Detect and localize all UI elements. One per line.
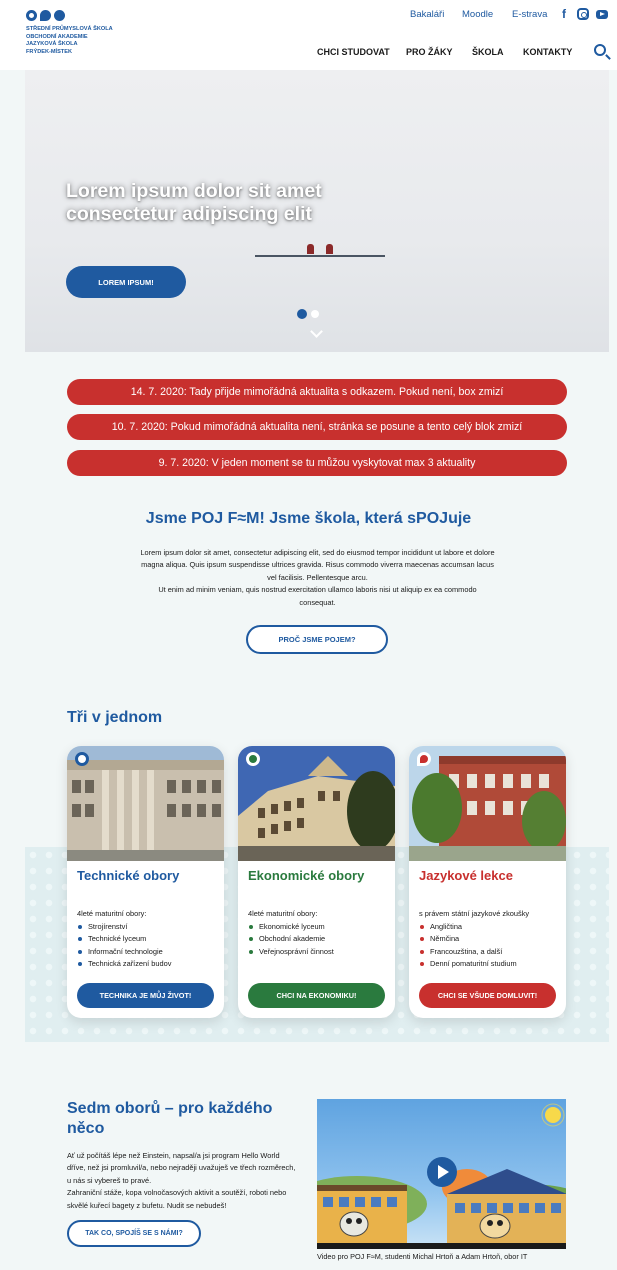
alert-banner[interactable]: 14. 7. 2020: Tady přijde mimořádná aktua… [67,379,567,405]
logo-line: STŘEDNÍ PRŮMYSLOVÁ ŠKOLA [26,26,113,32]
school-logo-text[interactable]: STŘEDNÍ PRŮMYSLOVÁ ŠKOLA OBCHODNÍ AKADEM… [26,26,126,56]
instagram-icon[interactable] [577,8,589,20]
list-item: Strojírenství [77,921,171,933]
top-link-estrava[interactable]: E-strava [512,9,547,20]
intro-paragraph: Lorem ipsum dolor sit amet, consectetur … [140,548,495,582]
hero-button[interactable]: LOREM IPSUM! [66,266,186,298]
video-player[interactable] [317,1099,566,1249]
card-languages: Jazykové lekce s právem státní jazykové … [409,746,566,1018]
nav-kontakty[interactable]: KONTAKTY [523,47,572,57]
nav-chci-studovat[interactable]: CHCI STUDOVAT [317,47,390,57]
scroll-down-chevron-icon[interactable] [310,325,323,338]
hero-rower-image [326,244,333,254]
card-title: Jazykové lekce [419,868,513,883]
technical-school-photo [67,746,224,861]
intro-text: Lorem ipsum dolor sit amet, consectetur … [140,547,495,609]
list-item: Denní pomaturitní studium [419,958,517,970]
economic-button[interactable]: CHCI NA EKONOMIKU! [248,983,385,1008]
alert-banner[interactable]: 10. 7. 2020: Pokud mimořádná aktualita n… [67,414,567,440]
hero-rower-image [307,244,314,254]
card-list: Ekonomické lyceum Obchodní akademie Veře… [248,921,334,958]
card-economic: Ekonomické obory 4leté maturitní obory: … [238,746,395,1018]
list-item: Technická zařízení budov [77,958,171,970]
list-item: Technické lyceum [77,933,171,945]
economic-school-photo [238,746,395,861]
card-subtitle: s právem státní jazykové zkoušky [419,909,530,918]
list-item: Ekonomické lyceum [248,921,334,933]
search-icon[interactable] [594,44,606,56]
economic-badge-icon [246,752,260,766]
intro-paragraph: Ut enim ad minim veniam, quis nostrud ex… [158,585,477,607]
technical-button[interactable]: TECHNIKA JE MŮJ ŽIVOT! [77,983,214,1008]
list-item: Veřejnosprávní činnost [248,946,334,958]
three-in-one-title: Tři v jednom [67,709,163,726]
languages-button[interactable]: CHCI SE VŠUDE DOMLUVIT! [419,983,556,1008]
intro-title: Jsme POJ F≈M! Jsme škola, která sPOJuje [145,510,472,527]
slider-dot-active[interactable] [297,309,307,319]
hero-title: Lorem ipsum dolor sit amet consectetur a… [66,180,322,225]
list-item: Němčina [419,933,517,945]
card-technical: Technické obory 4leté maturitní obory: S… [67,746,224,1018]
list-item: Angličtina [419,921,517,933]
hero-boat-image [255,255,385,257]
facebook-icon[interactable]: f [558,8,570,20]
card-list: Angličtina Němčina Francouzština, a dalš… [419,921,517,971]
list-item: Francouzština, a další [419,946,517,958]
site-header: STŘEDNÍ PRŮMYSLOVÁ ŠKOLA OBCHODNÍ AKADEM… [0,0,617,70]
video-caption: Video pro POJ F≈M, studenti Michal Hrtoň… [317,1252,528,1261]
languages-badge-icon [417,752,431,766]
card-subtitle: 4leté maturitní obory: [248,909,318,918]
seven-fields-text: Ať už počítáš lépe než Einstein, napsal/… [67,1150,299,1212]
language-school-photo [409,746,566,861]
card-list: Strojírenství Technické lyceum Informačn… [77,921,171,971]
top-link-bakalari[interactable]: Bakaláři [410,9,444,20]
why-us-button[interactable]: PROČ JSME POJEM? [246,625,388,654]
nav-skola[interactable]: ŠKOLA [472,47,504,57]
list-item: Informační technologie [77,946,171,958]
slider-dot[interactable] [311,310,319,318]
card-title: Ekonomické obory [248,868,365,883]
seven-paragraph: Zahraniční stáže, kopa volnočasových akt… [67,1188,287,1210]
hero-slider: Lorem ipsum dolor sit amet consectetur a… [25,70,609,352]
school-logo-icon[interactable] [26,10,65,21]
play-button-icon[interactable] [427,1157,457,1187]
youtube-icon[interactable] [596,10,608,19]
top-link-moodle[interactable]: Moodle [462,9,493,20]
list-item: Obchodní akademie [248,933,334,945]
card-subtitle: 4leté maturitní obory: [77,909,147,918]
seven-paragraph: Ať už počítáš lépe než Einstein, napsal/… [67,1151,296,1185]
logo-line: FRÝDEK-MÍSTEK [26,48,72,55]
join-us-button[interactable]: TAK CO, SPOJÍŠ SE S NÁMI? [67,1220,201,1247]
logo-line: JAZYKOVÁ ŠKOLA [26,41,78,48]
nav-pro-zaky[interactable]: PRO ŽÁKY [406,47,453,57]
seven-fields-title: Sedm oborů – pro každého něco [67,1100,273,1137]
alert-banner[interactable]: 9. 7. 2020: V jeden moment se tu můžou v… [67,450,567,476]
card-title: Technické obory [77,868,180,883]
technical-badge-icon [75,752,89,766]
